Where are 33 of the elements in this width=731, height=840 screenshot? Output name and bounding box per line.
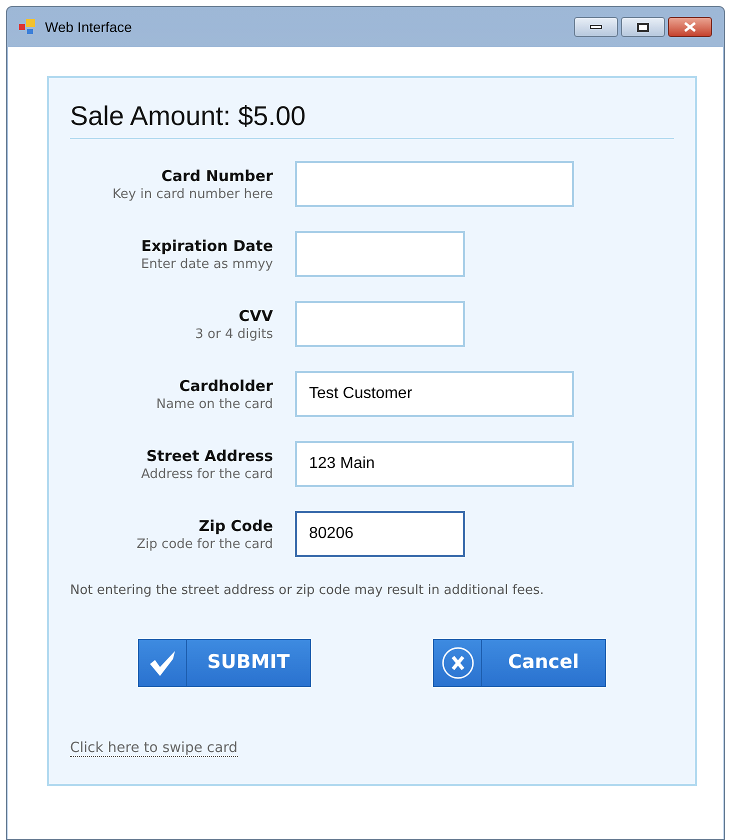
- close-circle-icon: [440, 646, 474, 680]
- swipe-card-link[interactable]: Click here to swipe card: [70, 740, 238, 756]
- input-field[interactable]: [295, 161, 574, 207]
- input-field[interactable]: 123 Main: [295, 441, 574, 487]
- field-label: Zip Code: [198, 516, 273, 536]
- fees-notice: Not entering the street address or zip code may result in additional fees.: [70, 582, 545, 600]
- window-title: Web Interface: [45, 18, 132, 36]
- field-label: Expiration Date: [141, 236, 273, 256]
- minimize-icon: [590, 25, 602, 29]
- close-icon: [684, 22, 696, 32]
- field-hint: Key in card number here: [112, 186, 273, 204]
- checkmark-icon: [148, 648, 178, 676]
- input-field[interactable]: 80206: [295, 511, 465, 557]
- close-button[interactable]: [668, 17, 712, 37]
- field-hint: Enter date as mmyy: [140, 256, 273, 274]
- minimize-button[interactable]: [574, 17, 618, 37]
- submit-button[interactable]: SUBMIT: [138, 638, 311, 686]
- maximize-icon: [637, 22, 649, 32]
- field-label: Street Address: [146, 446, 273, 466]
- sale-amount-heading: Sale Amount: $5.00: [70, 98, 674, 139]
- cancel-button[interactable]: Cancel: [433, 638, 606, 686]
- maximize-button[interactable]: [621, 17, 665, 37]
- input-field[interactable]: Test Customer: [295, 371, 574, 417]
- field-hint: 3 or 4 digits: [195, 326, 273, 344]
- field-hint: Name on the card: [156, 396, 273, 414]
- app-icon: [19, 19, 37, 35]
- input-field[interactable]: [295, 301, 465, 347]
- input-field[interactable]: [295, 231, 465, 277]
- field-label: CVV: [238, 306, 273, 326]
- field-hint: Address for the card: [141, 466, 273, 484]
- field-label: Cardholder: [179, 376, 273, 396]
- field-label: Card Number: [161, 166, 273, 186]
- field-hint: Zip code for the card: [136, 536, 273, 554]
